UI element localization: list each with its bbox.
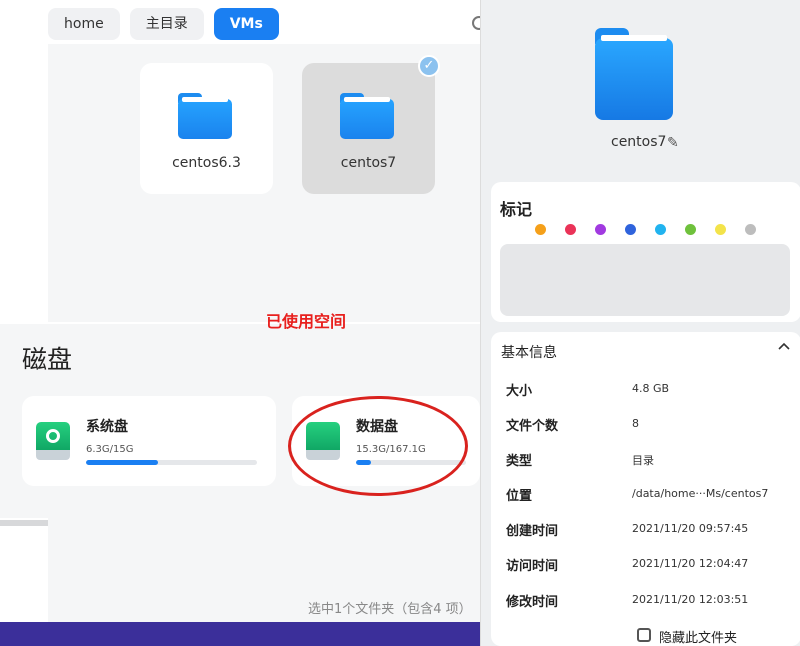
divider	[0, 520, 48, 526]
tag-color-dot[interactable]	[745, 224, 756, 235]
folder-item[interactable]: centos6.3	[140, 63, 273, 194]
breadcrumb: home 主目录 VMs	[48, 8, 279, 40]
tags-title: 标记	[500, 200, 533, 219]
tags-card: 标记	[491, 182, 800, 322]
info-label-location: 位置	[506, 489, 533, 504]
selection-status: 选中1个文件夹（包含4 项）	[308, 602, 472, 617]
breadcrumb-home[interactable]: home	[48, 8, 120, 40]
disk-usage-bar	[86, 460, 257, 465]
tag-color-dot[interactable]	[535, 224, 546, 235]
info-label-size: 大小	[506, 384, 533, 399]
folder-name: centos6.3	[172, 155, 241, 171]
drive-icon	[36, 422, 70, 462]
detail-panel: centos7 ✎ 标记 基本信息 大小 4.8 GB 文件个数 8 类型 目录…	[480, 0, 800, 646]
basic-info-title: 基本信息	[501, 345, 557, 361]
tag-color-dot[interactable]	[685, 224, 696, 235]
folder-icon	[595, 28, 673, 120]
tag-input[interactable]	[500, 244, 790, 316]
folder-item-selected[interactable]: centos7	[302, 63, 435, 194]
folder-icon	[178, 93, 232, 139]
info-value-location: /data/home···Ms/centos7	[632, 487, 769, 500]
tag-color-picker	[535, 224, 756, 235]
hide-folder-label: 隐藏此文件夹	[659, 631, 738, 646]
info-label-modified: 修改时间	[506, 595, 559, 610]
info-value-modified: 2021/11/20 12:03:51	[632, 593, 749, 606]
info-label-accessed: 访问时间	[506, 559, 559, 574]
folder-icon	[340, 93, 394, 139]
info-value-accessed: 2021/11/20 12:04:47	[632, 557, 749, 570]
disk-card-system[interactable]: 系统盘 6.3G/15G	[22, 396, 276, 486]
info-label-file-count: 文件个数	[506, 419, 559, 434]
info-value-size: 4.8 GB	[632, 382, 670, 395]
info-label-created: 创建时间	[506, 524, 559, 539]
breadcrumb-vms[interactable]: VMs	[213, 8, 279, 40]
basic-info-card: 基本信息 大小 4.8 GB 文件个数 8 类型 目录 位置 /data/hom…	[491, 332, 800, 646]
tag-color-dot[interactable]	[625, 224, 636, 235]
selected-check-icon: ✓	[418, 55, 440, 77]
info-value-type: 目录	[632, 454, 654, 467]
info-value-file-count: 8	[632, 417, 639, 430]
tag-color-dot[interactable]	[655, 224, 666, 235]
tag-color-dot[interactable]	[595, 224, 606, 235]
info-value-created: 2021/11/20 09:57:45	[632, 522, 749, 535]
hide-folder-checkbox[interactable]	[637, 628, 651, 642]
info-label-type: 类型	[506, 454, 533, 469]
edit-pencil-icon[interactable]: ✎	[667, 135, 679, 151]
tag-color-dot[interactable]	[565, 224, 576, 235]
disk-usage: 6.3G/15G	[86, 444, 134, 455]
folder-name: centos7	[340, 155, 397, 171]
tag-color-dot[interactable]	[715, 224, 726, 235]
detail-folder-name: centos7	[611, 134, 667, 150]
used-space-annotation: 已使用空间	[266, 312, 347, 331]
disk-section-title: 磁盘	[22, 345, 73, 374]
breadcrumb-main-directory[interactable]: 主目录	[129, 8, 204, 40]
disk-name: 系统盘	[86, 419, 128, 435]
annotation-circle	[288, 396, 468, 496]
chevron-up-icon[interactable]	[777, 340, 791, 354]
